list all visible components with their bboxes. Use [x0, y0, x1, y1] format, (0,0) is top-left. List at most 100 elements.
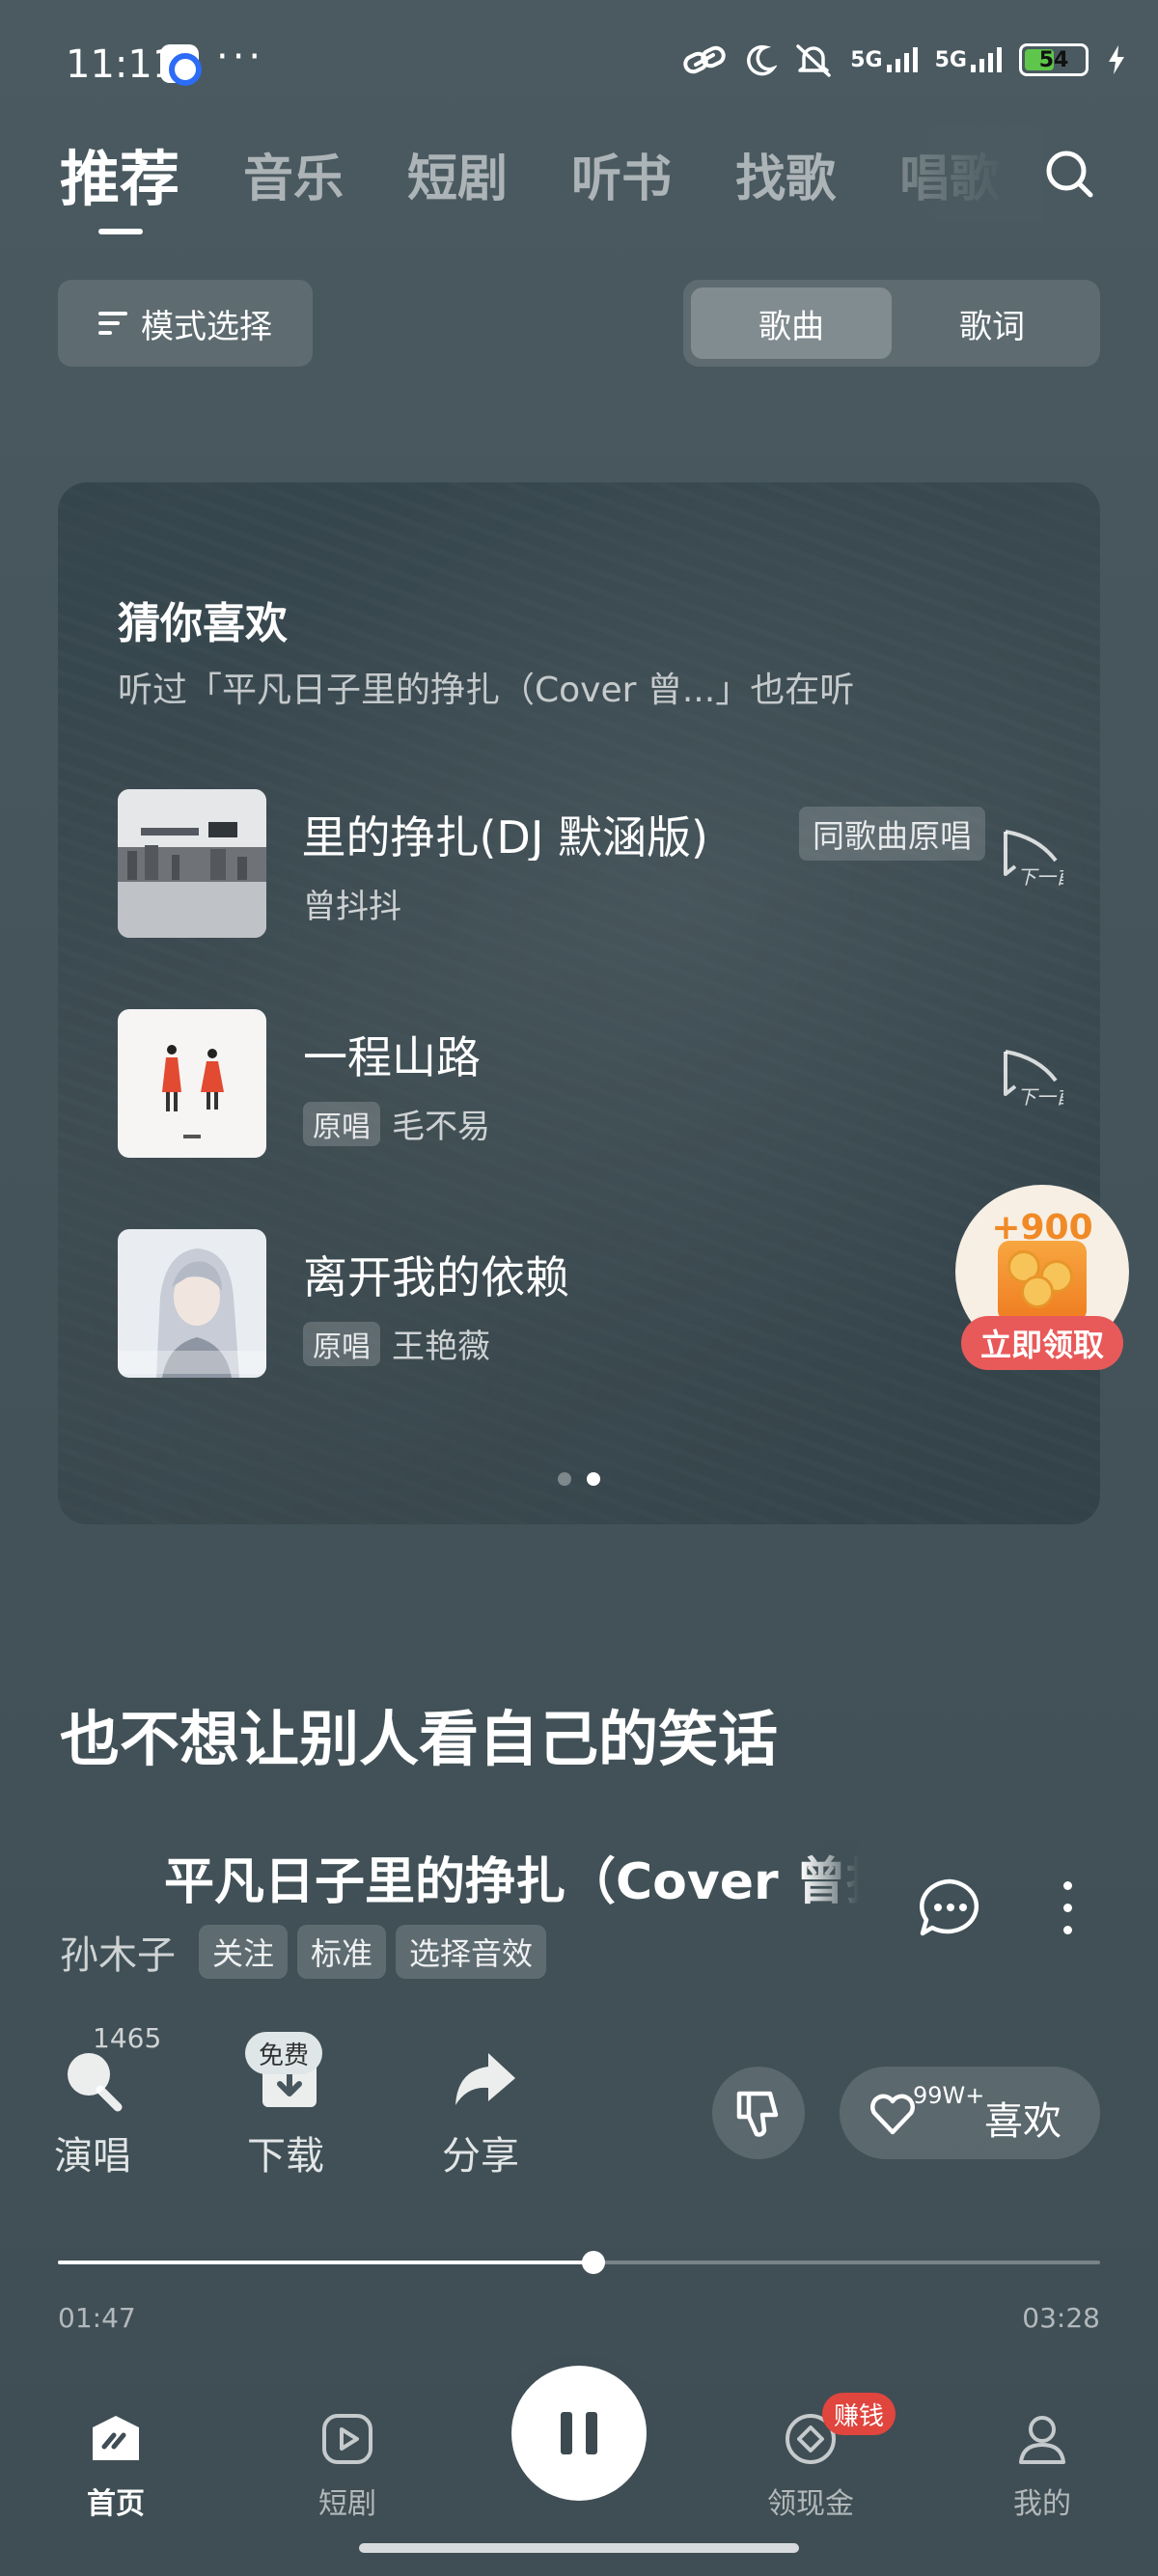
- like-count: 99W+: [913, 2082, 985, 2109]
- tab-short-drama[interactable]: 短剧: [407, 138, 508, 210]
- now-playing-title: 平凡日子里的挣扎（Cover 曾抖抖）: [164, 1841, 859, 1914]
- play-next-label: 下一首: [1017, 1085, 1063, 1109]
- recommend-song[interactable]: 里的挣扎(DJ 默涵版) 同歌曲原唱 曾抖抖 下一首: [118, 789, 1073, 938]
- tab-recommend[interactable]: 推荐: [60, 130, 179, 234]
- nav-short-drama-label: 短剧: [318, 2487, 376, 2521]
- card-pagination: [58, 1472, 1100, 1486]
- song-artist: 毛不易: [392, 1108, 490, 1146]
- mode-select-button[interactable]: 模式选择: [58, 280, 313, 367]
- song-meta: 曾抖抖: [303, 880, 401, 927]
- play-next-icon[interactable]: 下一首: [1000, 1044, 1063, 1111]
- same-song-tag: 同歌曲原唱: [799, 807, 985, 861]
- list-filter-icon: [98, 312, 127, 335]
- nav-home[interactable]: 首页: [39, 2402, 193, 2528]
- like-label: 喜欢: [984, 2099, 1062, 2144]
- song-title: 离开我的依赖: [303, 1251, 569, 1303]
- home-icon: [93, 2416, 139, 2460]
- tab-audiobook[interactable]: 听书: [571, 138, 672, 210]
- coin-box-icon: [998, 1241, 1087, 1322]
- network-type-1: 5G: [850, 48, 883, 72]
- signal-icon-1: 5G: [850, 47, 918, 72]
- now-playing-artist[interactable]: 孙木子: [60, 1924, 176, 1980]
- status-more-icon: ···: [216, 35, 265, 79]
- nav-short-drama[interactable]: 短剧: [270, 2402, 425, 2528]
- nav-home-label: 首页: [87, 2487, 145, 2521]
- user-icon: [1019, 2416, 1065, 2464]
- mode-select-label: 模式选择: [141, 307, 272, 346]
- status-icons: 5G 5G 54: [682, 42, 1127, 77]
- current-time: 01:47: [58, 2302, 136, 2334]
- share-button[interactable]: 分享: [423, 2036, 538, 2180]
- song-artist: 曾抖抖: [303, 888, 401, 926]
- moon-icon: [747, 44, 778, 76]
- pause-bar-right: [586, 2412, 597, 2454]
- thumbs-down-icon: [736, 2091, 779, 2137]
- dislike-button[interactable]: [712, 2067, 805, 2159]
- pagination-dot[interactable]: [558, 1472, 571, 1486]
- original-badge: 原唱: [303, 1321, 380, 1366]
- more-options-icon[interactable]: [1062, 1881, 1073, 1935]
- original-badge: 原唱: [303, 1101, 380, 1146]
- sound-effect-button[interactable]: 选择音效: [396, 1925, 547, 1979]
- free-badge: 免费: [245, 2032, 323, 2074]
- nav-earn-cash-label: 领现金: [767, 2487, 854, 2521]
- progress-fill: [58, 2261, 594, 2264]
- sing-count: 1465: [93, 2022, 162, 2054]
- pause-bar-left: [561, 2412, 572, 2454]
- tabs-fade-overlay: [868, 125, 1042, 222]
- song-artist: 王艳薇: [392, 1328, 490, 1366]
- battery-icon: 54: [1019, 43, 1089, 76]
- progress-bar[interactable]: [58, 2251, 1100, 2274]
- song-title: 里的挣扎(DJ 默涵版): [303, 803, 708, 861]
- nav-profile[interactable]: 我的: [965, 2402, 1119, 2528]
- mute-bell-icon: [796, 44, 831, 77]
- recommend-song[interactable]: 一程山路 原唱 毛不易 下一首: [118, 1009, 1073, 1158]
- sing-button[interactable]: 1465 演唱: [35, 2022, 161, 2180]
- tab-music[interactable]: 音乐: [243, 138, 344, 210]
- song-lyric-toggle: 歌曲 歌词: [683, 280, 1100, 367]
- share-arrow-icon: [455, 2053, 515, 2105]
- comment-icon[interactable]: [917, 1877, 982, 1939]
- nav-profile-label: 我的: [1013, 2487, 1071, 2521]
- like-button[interactable]: 99W+ 喜欢: [840, 2067, 1100, 2159]
- current-lyric[interactable]: 也不想让别人看自己的笑话: [60, 1690, 778, 1777]
- app-notification-icon: [160, 44, 202, 86]
- song-meta: 原唱 毛不易: [303, 1100, 490, 1147]
- song-title: 一程山路: [303, 1031, 481, 1083]
- toggle-song[interactable]: 歌曲: [691, 288, 892, 359]
- home-indicator[interactable]: [359, 2543, 799, 2553]
- toggle-lyric[interactable]: 歌词: [892, 288, 1092, 359]
- song-cover: [118, 1229, 266, 1378]
- claim-now-button[interactable]: 立即领取: [961, 1316, 1123, 1370]
- microphone-icon: [68, 2053, 123, 2112]
- search-icon[interactable]: [1042, 147, 1096, 201]
- song-cover: [118, 1009, 266, 1158]
- artist-row: 孙木子 关注 标准 选择音效: [60, 1924, 547, 1980]
- status-bar: 11:11 ··· 5G 5G 54: [0, 0, 1158, 125]
- earn-money-badge: 赚钱: [822, 2393, 896, 2435]
- recommend-song[interactable]: 离开我的依赖 原唱 王艳薇: [118, 1229, 1073, 1378]
- reward-widget[interactable]: +900 立即领取: [955, 1185, 1129, 1378]
- tab-find-song[interactable]: 找歌: [735, 138, 836, 210]
- song-cover: [118, 789, 266, 938]
- quality-button[interactable]: 标准: [297, 1925, 387, 1979]
- pause-button[interactable]: [511, 2366, 647, 2501]
- video-play-icon: [322, 2414, 372, 2464]
- total-time: 03:28: [1022, 2302, 1100, 2334]
- recommend-title: 猜你喜欢: [118, 599, 288, 648]
- now-playing-title-text: 平凡日子里的挣扎（Cover 曾抖抖）: [164, 1853, 859, 1911]
- share-label: 分享: [442, 2134, 519, 2179]
- title-fade: [801, 1841, 859, 1914]
- recommend-card: 猜你喜欢 听过「平凡日子里的挣扎（Cover 曾...」也在听 里的挣扎(DJ …: [58, 482, 1100, 1524]
- progress-handle[interactable]: [582, 2251, 606, 2274]
- play-next-label: 下一首: [1017, 865, 1063, 889]
- charging-icon: [1109, 45, 1124, 74]
- network-type-2: 5G: [934, 48, 967, 72]
- play-next-icon[interactable]: 下一首: [1000, 824, 1063, 891]
- pagination-dot-active[interactable]: [587, 1472, 600, 1486]
- signal-icon-2: 5G: [935, 47, 1002, 72]
- battery-level: 54: [1038, 47, 1069, 72]
- song-title-text: 里的挣扎(DJ 默涵版): [303, 811, 708, 861]
- recommend-subtitle: 听过「平凡日子里的挣扎（Cover 曾...」也在听: [118, 671, 855, 710]
- follow-button[interactable]: 关注: [199, 1925, 289, 1979]
